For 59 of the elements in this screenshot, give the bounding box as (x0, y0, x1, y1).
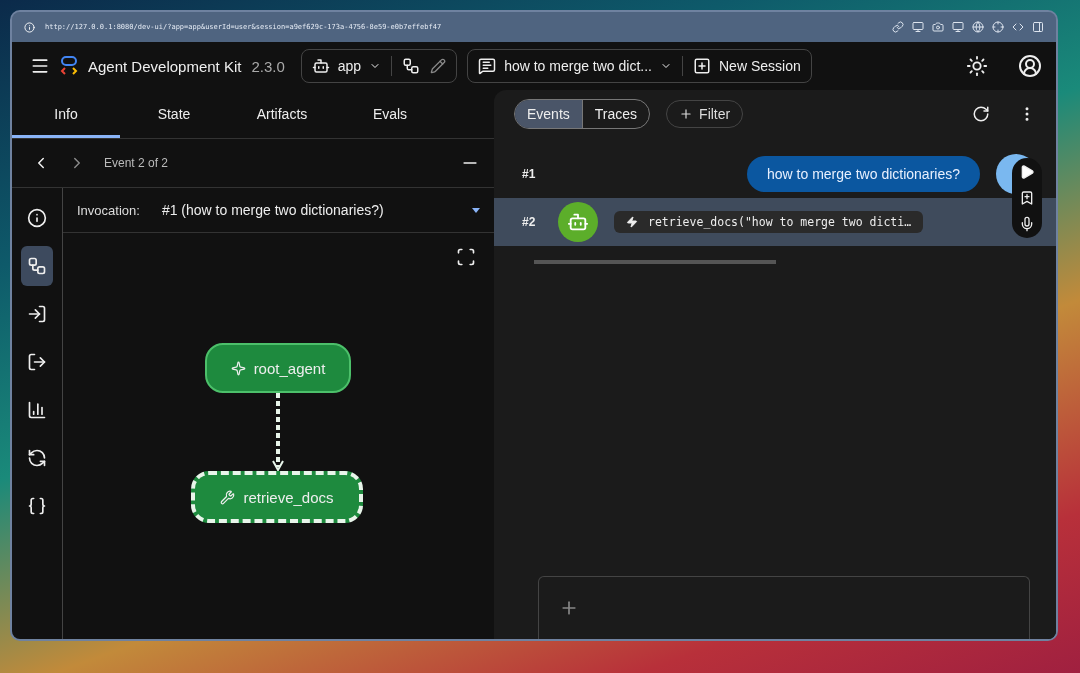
info-icon[interactable] (24, 21, 35, 33)
sidebar-icon[interactable] (1032, 21, 1044, 33)
menu-button[interactable] (30, 56, 50, 76)
code-icon[interactable] (1012, 21, 1024, 33)
app-title: Agent Development Kit (88, 57, 242, 75)
play-button[interactable] (1019, 164, 1035, 180)
add-box-icon (693, 57, 711, 75)
message-input[interactable] (538, 576, 1030, 639)
window-icon[interactable] (952, 21, 964, 33)
flowchart-icon (27, 256, 47, 276)
rail-button[interactable] (21, 246, 53, 286)
fullscreen-button[interactable] (456, 247, 476, 267)
tab[interactable]: Artifacts (228, 90, 336, 138)
new-session-button[interactable]: New Session (693, 57, 801, 75)
microphone-button[interactable] (1019, 216, 1035, 232)
node-label: retrieve_docs (243, 488, 334, 506)
sign-in-icon (27, 304, 47, 324)
crosshair-icon[interactable] (992, 21, 1004, 33)
event-index: #2 (522, 215, 537, 229)
refresh-icon (27, 448, 47, 468)
info-icon (27, 208, 47, 228)
sparkle-icon (230, 360, 246, 376)
view-toggle-button[interactable]: Traces (581, 100, 650, 128)
braces-icon (27, 496, 47, 516)
invocation-label: Invocation: (77, 202, 140, 218)
link-icon[interactable] (892, 21, 904, 33)
node-label: root_agent (253, 359, 326, 377)
tab[interactable]: Evals (336, 90, 444, 138)
bookmark-add-button[interactable] (1019, 190, 1035, 206)
globe-icon[interactable] (972, 21, 984, 33)
event-index: #1 (522, 167, 537, 181)
tab[interactable]: State (120, 90, 228, 138)
view-toggle-button[interactable]: Events (515, 100, 582, 128)
event-row[interactable]: #2 retrieve_docs("how to merge two dicti… (494, 198, 1056, 246)
tab[interactable]: Info (12, 90, 120, 138)
wrench-icon (220, 489, 236, 505)
plus-icon (679, 107, 694, 121)
robot-icon (567, 211, 589, 233)
version-text: 2.3.0 (251, 57, 285, 75)
edit-button[interactable] (430, 58, 447, 74)
session-select[interactable]: how to merge two dict... (478, 57, 672, 75)
robot-icon (311, 57, 330, 75)
event-row[interactable]: #1 how to merge two dictionaries? (494, 150, 1056, 198)
account-button[interactable] (1018, 54, 1042, 78)
chat-icon (478, 57, 497, 75)
camera-icon[interactable] (932, 21, 944, 33)
bar-chart-icon (27, 400, 47, 420)
theme-button[interactable] (966, 55, 988, 77)
function-call-chip[interactable]: retrieve_docs("how to merge two dicti… (614, 211, 924, 233)
sign-out-icon (27, 352, 47, 372)
graph-button[interactable] (402, 57, 421, 75)
refresh-button[interactable] (972, 105, 990, 123)
event-counter: Event 2 of 2 (104, 156, 170, 170)
lightning-icon (626, 216, 638, 228)
screen-icon[interactable] (912, 21, 924, 33)
user-message: how to merge two dictionaries? (747, 156, 980, 192)
logo-icon (60, 56, 78, 76)
invocation-select[interactable]: #1 (how to merge two dictionaries?) (161, 202, 480, 218)
caret-icon (472, 207, 480, 213)
